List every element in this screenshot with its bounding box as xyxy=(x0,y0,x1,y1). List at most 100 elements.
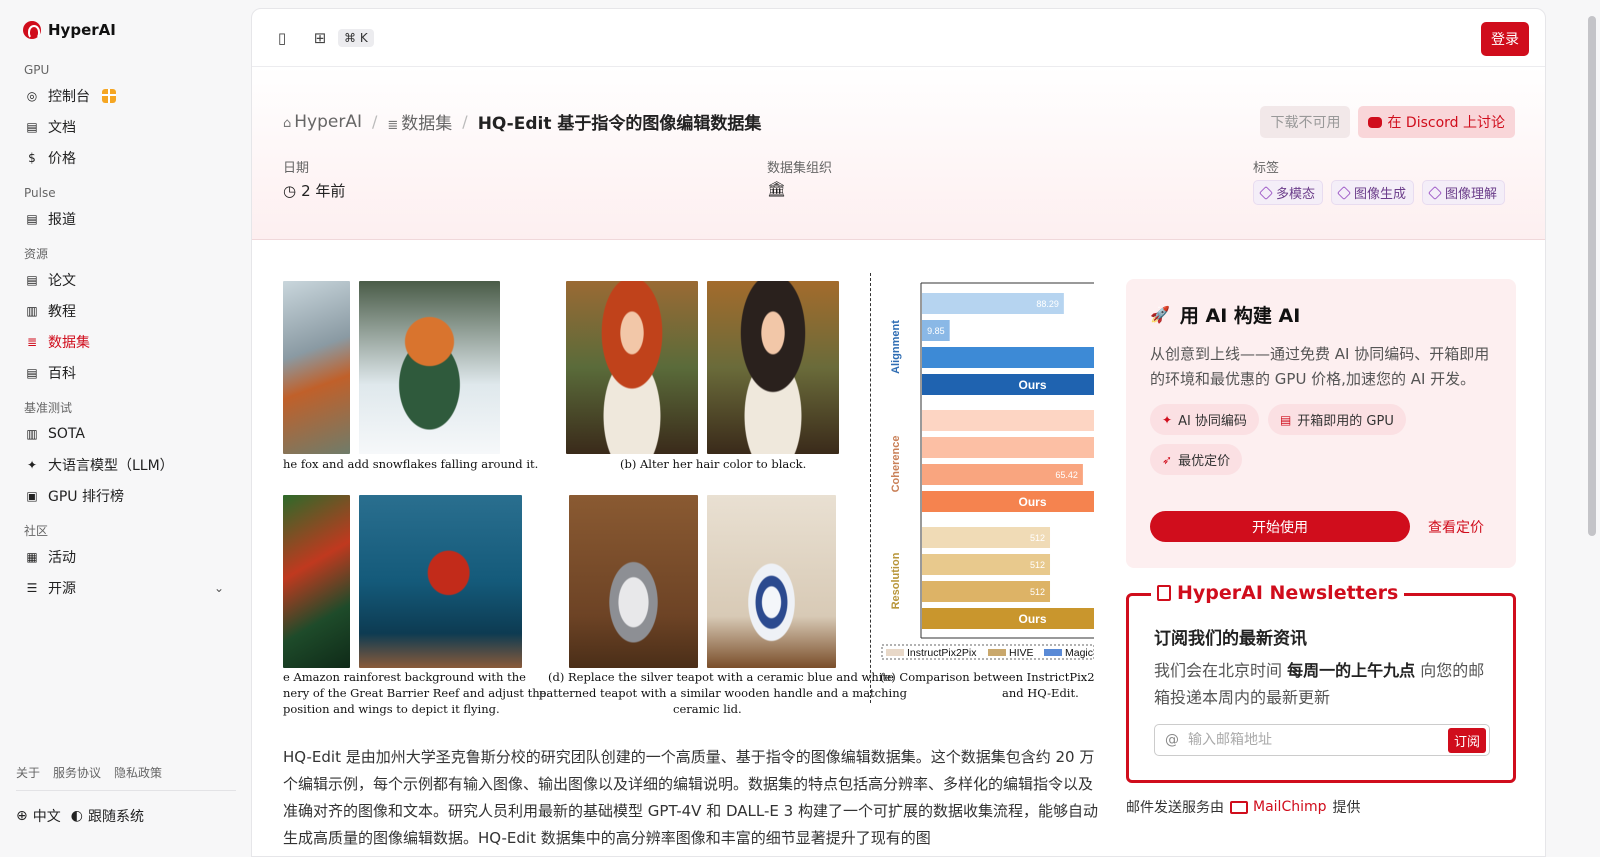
start-button[interactable]: 开始使用 xyxy=(1150,511,1410,542)
nav-section-resources: 资源 xyxy=(24,247,49,261)
theme-switch[interactable]: ◐ 跟随系统 xyxy=(71,806,144,826)
breadcrumb-datasets-label: 数据集 xyxy=(401,114,453,134)
login-button[interactable]: 登录 xyxy=(1481,22,1529,56)
nav-section-gpu: GPU xyxy=(24,63,50,77)
sidebar-item-sota[interactable]: ▥ SOTA xyxy=(16,418,236,449)
sidebar-item-console[interactable]: ◎ 控制台 xyxy=(16,80,236,111)
rocket-icon: ➶ xyxy=(1162,452,1173,467)
dataset-header: ⌂ HyperAI / ≣ 数据集 / HQ-Edit 基于指令的图像编辑数据集 下… xyxy=(252,67,1545,240)
photo-woman-black xyxy=(707,281,839,454)
promo-cta: 开始使用 查看定价 xyxy=(1150,511,1484,542)
tags-label: 标签 xyxy=(1253,161,1280,176)
footer-link-privacy[interactable]: 隐私政策 xyxy=(114,764,162,781)
sidebar-item-opensource[interactable]: ☰ 开源 ⌄ xyxy=(16,572,236,603)
discord-button[interactable]: 在 Discord 上讨论 xyxy=(1358,106,1515,138)
newsletter-title-text: HyperAI Newsletters xyxy=(1177,582,1399,604)
bar-label-ours: Ours xyxy=(1018,612,1046,626)
email-input[interactable] xyxy=(1188,732,1448,748)
sparkle-icon: ✦ xyxy=(26,457,38,472)
newsletter-text-bold: 每周一的上午九点 xyxy=(1287,661,1416,680)
page-title: HQ-Edit 基于指令的图像编辑数据集 xyxy=(477,114,762,134)
calendar-icon: ▦ xyxy=(26,549,38,564)
search-shortcut[interactable]: ⌘ K xyxy=(338,28,374,47)
tag-image-generation[interactable]: 图像生成 xyxy=(1331,180,1415,205)
sidebar-item-tutorials[interactable]: ▥ 教程 xyxy=(16,295,236,326)
footer-link-terms[interactable]: 服务协议 xyxy=(53,764,101,781)
sidebar-item-news[interactable]: ▤ 报道 xyxy=(16,203,236,234)
date-text: 2 年前 xyxy=(301,182,346,200)
discord-label: 在 Discord 上讨论 xyxy=(1387,115,1505,131)
sidebar-item-wiki[interactable]: ▤ 百科 xyxy=(16,357,236,388)
main-panel: ▯ ⊞ ⌘ K 登录 ⌂ HyperAI / ≣ 数据集 / HQ-Edit 基于指… xyxy=(251,8,1546,857)
breadcrumb-separator: / xyxy=(462,112,468,131)
globe-icon: ⊕ xyxy=(16,808,28,824)
legend-swatch xyxy=(886,649,904,656)
home-icon: ⌂ xyxy=(283,115,292,131)
bar-value-label: 512 xyxy=(1030,533,1045,543)
subscribe-button[interactable]: 订阅 xyxy=(1447,727,1486,753)
language-switch[interactable]: ⊕ 中文 xyxy=(16,806,61,826)
sidebar-item-label: 活动 xyxy=(48,549,76,566)
org-value: 🏛 xyxy=(767,180,832,198)
caption-b: (b) Alter her hair color to black. xyxy=(620,457,807,471)
feature-label: 最优定价 xyxy=(1178,454,1231,469)
breadcrumb-home-label: HyperAI xyxy=(294,111,362,132)
group-label-resolution: Resolution xyxy=(890,552,902,609)
logo[interactable]: HyperAI xyxy=(23,21,116,39)
tag-multimodal[interactable]: 多模态 xyxy=(1253,180,1324,205)
footer-link-about[interactable]: 关于 xyxy=(16,764,40,781)
comparison-chart: 88.29 9.85 Ours Alignment 65.42 Ours Coherence… xyxy=(881,282,1094,660)
photo-bird-after xyxy=(359,495,522,668)
bar-coherence-4 xyxy=(922,491,1094,512)
sidebar-item-events[interactable]: ▦ 活动 xyxy=(16,541,236,572)
meta-tags: 标签 多模态 图像生成 图像理解 xyxy=(1253,157,1506,205)
chart-icon: ▥ xyxy=(26,426,38,441)
theme-label: 跟随系统 xyxy=(87,809,144,825)
sidebar-item-llm[interactable]: ✦ 大语言模型（LLM） xyxy=(16,449,236,480)
sidebar-item-pricing[interactable]: $ 价格 xyxy=(16,142,236,173)
breadcrumb-datasets[interactable]: ≣ 数据集 xyxy=(387,109,452,134)
download-button[interactable]: 下载不可用 xyxy=(1260,106,1351,138)
group-label-coherence: Coherence xyxy=(890,436,902,493)
provider-pre: 邮件发送服务由 xyxy=(1126,800,1224,816)
database-icon: ≣ xyxy=(387,118,399,133)
sidebar-item-label: SOTA xyxy=(48,425,85,442)
sidebar-item-label: 文档 xyxy=(48,119,76,136)
org-label: 数据集组织 xyxy=(767,161,833,176)
group-label-alignment: Alignment xyxy=(890,320,902,374)
mail-icon xyxy=(1230,800,1248,814)
newsletter-text-pre: 我们会在北京时间 xyxy=(1154,661,1288,680)
figure-divider xyxy=(870,273,871,703)
doc-icon: ▤ xyxy=(26,119,38,134)
bar-label-ours: Ours xyxy=(1018,495,1046,509)
apps-icon[interactable]: ⊞ xyxy=(310,28,330,48)
dataset-description: HQ-Edit 是由加州大学圣克鲁斯分校的研究团队创建的一个高质量、基于指令的图… xyxy=(283,748,1098,847)
language-label: 中文 xyxy=(32,809,61,825)
tag-label: 多模态 xyxy=(1276,187,1316,202)
nav-section-benchmarks: 基准测试 xyxy=(24,401,73,415)
legend-swatch xyxy=(1044,649,1062,656)
caption-d-3: ceramic lid. xyxy=(673,702,742,716)
sidebar-nav: GPU ◎ 控制台 ▤ 文档 $ 价格 Pulse ▤ 报道 资源 ▤ 论文 ▥ 教程 ≣ 数… xyxy=(16,60,236,603)
legend-swatch xyxy=(988,649,1006,656)
breadcrumb-home[interactable]: ⌂ HyperAI xyxy=(283,112,362,132)
sidebar-item-papers[interactable]: ▤ 论文 xyxy=(16,264,236,295)
sidebar-toggle-icon[interactable]: ▯ xyxy=(272,28,292,48)
nav-section-community: 社区 xyxy=(24,524,49,538)
mailchimp-link[interactable]: MailChimp xyxy=(1230,799,1327,815)
newsletter-card: HyperAI Newsletters 订阅我们的最新资讯 我们会在北京时间 每… xyxy=(1126,582,1516,783)
scrollbar[interactable] xyxy=(1588,16,1596,536)
hyperai-logo-icon xyxy=(23,21,41,39)
news-icon: ▤ xyxy=(26,211,38,226)
sidebar-item-docs[interactable]: ▤ 文档 xyxy=(16,111,236,142)
discord-icon xyxy=(1368,116,1383,128)
nav-section-pulse: Pulse xyxy=(24,186,56,200)
sidebar-item-gpu-leaderboard[interactable]: ▣ GPU 排行榜 xyxy=(16,480,236,511)
sidebar-item-datasets[interactable]: ≣ 数据集 xyxy=(16,326,236,357)
chip-icon: ▣ xyxy=(26,488,38,503)
tag-image-understanding[interactable]: 图像理解 xyxy=(1422,180,1506,205)
caption-d-2: patterned teapot with a similar wooden h… xyxy=(539,686,907,700)
caption-c-1: e Amazon rainforest background with the xyxy=(283,670,526,684)
view-pricing-link[interactable]: 查看定价 xyxy=(1428,517,1484,537)
breadcrumb: ⌂ HyperAI / ≣ 数据集 / HQ-Edit 基于指令的图像编辑数据集 xyxy=(283,109,762,135)
